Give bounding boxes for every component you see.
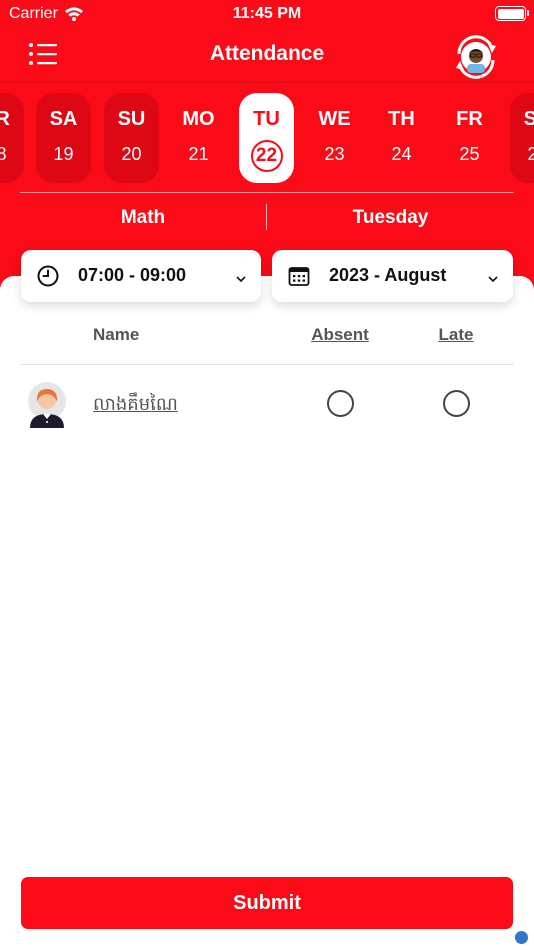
day-abbr: SA	[49, 108, 78, 130]
clock-icon	[37, 265, 59, 287]
day-number: 24	[391, 144, 412, 164]
day-number: 21	[188, 144, 209, 164]
day-number: 19	[53, 144, 74, 164]
day-strip: FR 18 SA 19 SU 20 MO 21 TU 22 WE 23 TH 2…	[0, 93, 534, 183]
content-panel	[0, 276, 534, 950]
day-abbr: SA	[523, 108, 534, 130]
day-item[interactable]: FR 25	[442, 93, 497, 183]
day-number: 25	[459, 144, 480, 164]
day-abbr: TH	[388, 108, 415, 130]
day-item[interactable]: SA 19	[36, 93, 91, 183]
student-avatar	[25, 381, 69, 429]
day-item[interactable]: MO 21	[171, 93, 226, 183]
day-item[interactable]: SU 20	[104, 93, 159, 183]
day-item[interactable]: FR 18	[0, 93, 24, 183]
day-abbr: FR	[0, 108, 10, 130]
day-item[interactable]: TH 24	[374, 93, 429, 183]
student-name[interactable]: លាងគឹមណៃ	[93, 392, 178, 419]
day-abbr: SU	[117, 108, 146, 130]
day-abbr: TU	[253, 108, 280, 130]
battery-icon	[495, 6, 526, 21]
day-number: 22	[250, 140, 283, 172]
column-header-name: Name	[93, 325, 140, 344]
chevron-down-icon	[235, 271, 247, 283]
battery-tip	[527, 10, 529, 16]
day-number: 18	[0, 144, 7, 164]
day-item-selected[interactable]: TU 22	[239, 93, 294, 183]
profile-avatar-icon[interactable]	[450, 32, 502, 82]
chevron-down-icon	[487, 271, 499, 283]
column-header-absent[interactable]: Absent	[300, 325, 380, 345]
navbar: Attendance	[0, 28, 534, 82]
header-divider	[20, 192, 514, 193]
absent-radio[interactable]	[327, 390, 354, 417]
month-dropdown[interactable]: 2023 - August	[272, 250, 513, 302]
day-abbr: MO	[182, 108, 215, 130]
day-abbr: FR	[456, 108, 483, 130]
day-name-label: Tuesday	[352, 207, 429, 228]
day-number: 20	[121, 144, 142, 164]
day-item[interactable]: WE 23	[307, 93, 362, 183]
status-time: 11:45 PM	[232, 5, 302, 22]
subject-label: Math	[120, 207, 166, 228]
time-slot-value: 07:00 - 09:00	[78, 265, 187, 285]
table-divider	[20, 364, 514, 365]
day-number: 23	[324, 144, 345, 164]
column-header-late[interactable]: Late	[416, 325, 496, 345]
day-number: 26	[527, 144, 534, 164]
time-slot-dropdown[interactable]: 07:00 - 09:00	[21, 250, 261, 302]
calendar-icon	[288, 265, 310, 287]
status-bar: Carrier 11:45 PM	[0, 0, 534, 28]
submit-button[interactable]: Submit	[21, 877, 513, 929]
day-abbr: WE	[318, 108, 351, 130]
navbar-divider	[0, 82, 534, 83]
month-value: 2023 - August	[329, 265, 447, 285]
assistive-touch-dot[interactable]	[515, 931, 528, 944]
late-radio[interactable]	[443, 390, 470, 417]
day-item[interactable]: SA 26	[510, 93, 534, 183]
